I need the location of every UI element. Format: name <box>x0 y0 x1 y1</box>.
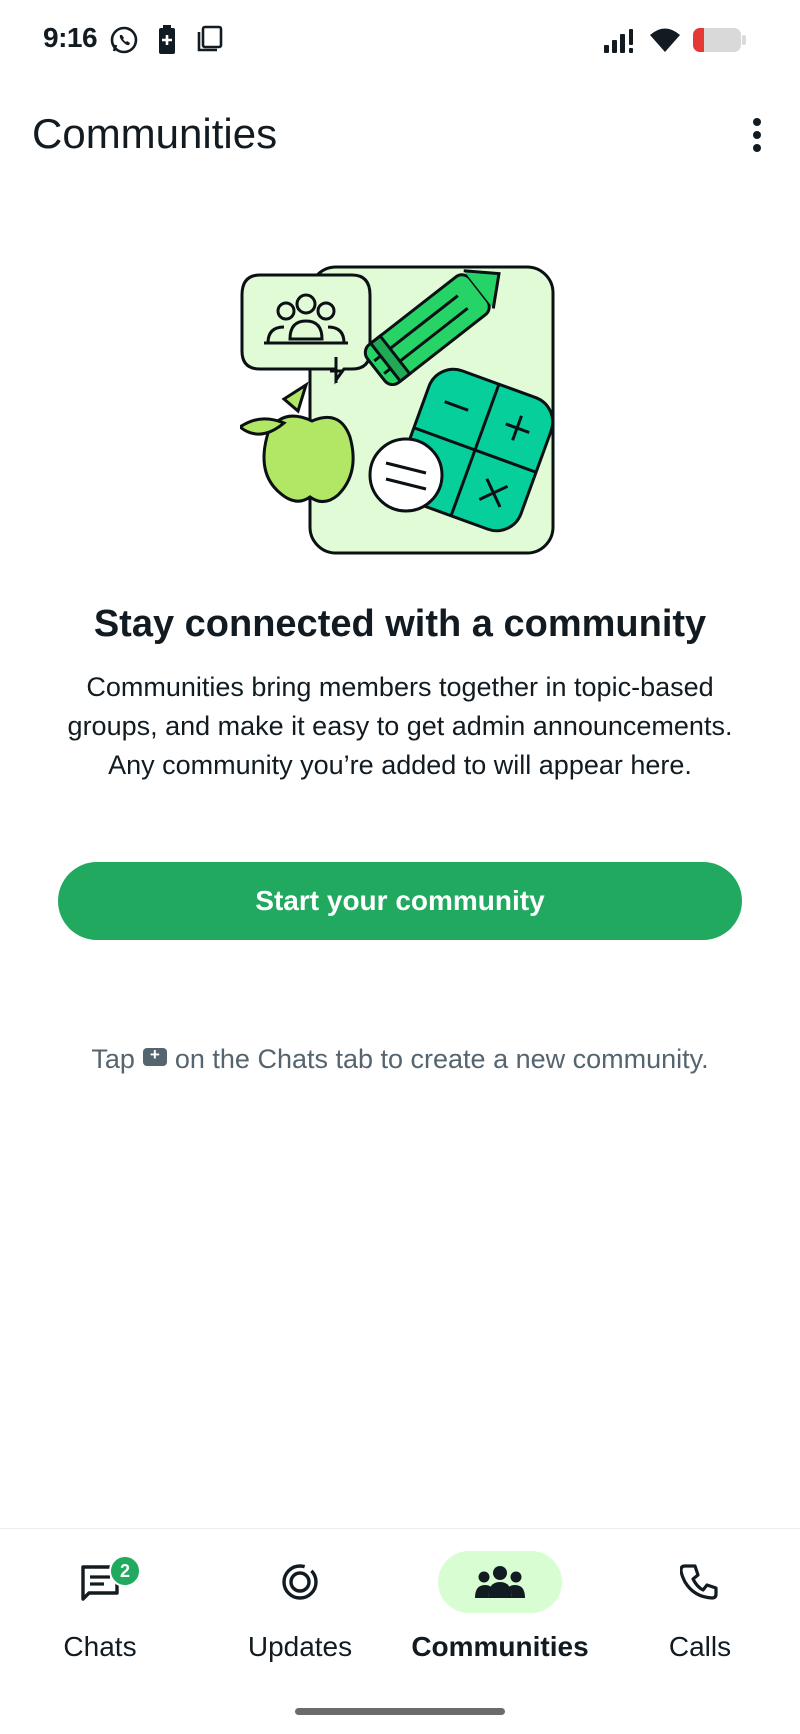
description-line: Communities bring members together in to… <box>86 672 714 702</box>
description-line: groups, and make it easy to get admin an… <box>67 711 733 741</box>
communities-illustration <box>240 265 555 555</box>
home-indicator[interactable] <box>295 1708 505 1715</box>
nav-item-chats[interactable]: 2 Chats <box>0 1551 200 1671</box>
tip-text: Tap on the Chats tab to create a new comm… <box>0 1044 800 1075</box>
nav-label: Communities <box>411 1631 589 1662</box>
more-vertical-icon <box>753 118 761 126</box>
battery-saver-icon <box>159 25 175 54</box>
page-title: Communities <box>32 110 278 157</box>
nav-item-updates[interactable]: Updates <box>200 1551 400 1671</box>
tip-suffix: on the Chats tab to create a new communi… <box>174 1044 709 1074</box>
signal-icon <box>604 29 633 53</box>
calls-icon <box>680 1564 718 1600</box>
nav-label: Updates <box>247 1631 353 1662</box>
nav-item-calls[interactable]: Calls <box>600 1551 800 1671</box>
tip-prefix: Tap <box>91 1044 135 1074</box>
nav-label: Chats <box>63 1631 137 1662</box>
updates-icon <box>282 1564 318 1600</box>
screenshot-icon <box>197 25 223 52</box>
wifi-icon <box>650 28 680 52</box>
status-time: 9:16 <box>43 22 98 53</box>
new-community-icon <box>142 1045 167 1066</box>
start-community-button[interactable]: Start your community <box>58 862 742 940</box>
empty-state-heading: Stay connected with a community <box>93 603 707 645</box>
empty-state-description: Communities bring members together in to… <box>40 668 760 785</box>
communities-icon <box>475 1566 525 1598</box>
unread-badge: 2 <box>109 1555 141 1587</box>
nav-item-communities[interactable]: Communities <box>400 1551 600 1671</box>
battery-icon <box>693 28 746 52</box>
bottom-navigation: 2 Chats Updates Communities Calls <box>0 1528 800 1734</box>
more-options-button[interactable] <box>740 112 774 160</box>
description-line: Any community you’re added to will appea… <box>108 750 692 780</box>
status-bar: 9:16 <box>0 0 800 80</box>
nav-label: Calls <box>668 1631 732 1662</box>
whatsapp-icon <box>110 26 138 54</box>
